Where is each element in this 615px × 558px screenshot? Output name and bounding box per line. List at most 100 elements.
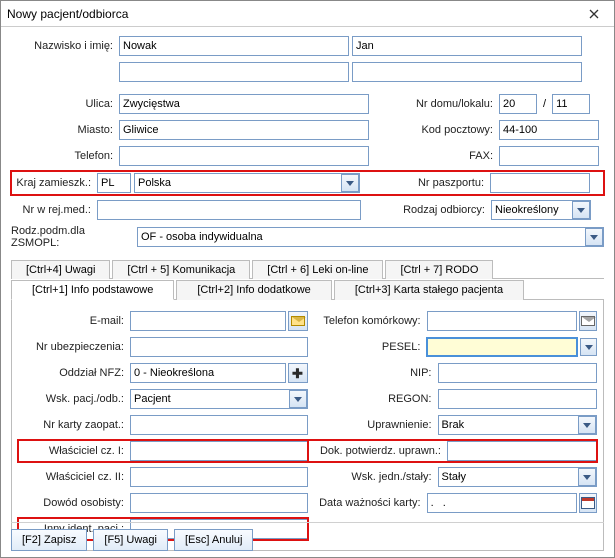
ubezp-label: Nr ubezpieczenia: [18,341,130,353]
content-area: Nazwisko i imię: Ulica: Nr domu/lokalu: … [1,27,614,555]
wl2-label: Właściciel cz. II: [18,471,130,483]
nip-label: NIP: [308,367,438,379]
lower-tabs: [Ctrl+1] Info podstawowe [Ctrl+2] Info d… [11,279,604,300]
country-code-input[interactable] [97,173,131,193]
wl2-input[interactable] [130,467,308,487]
footer: [F2] Zapisz [F5] Uwagi [Esc] Anuluj [11,522,604,551]
titlebar: Nowy pacjent/odbiorca [1,1,614,27]
house-input[interactable] [499,94,537,114]
tab-rodo[interactable]: [Ctrl + 7] RODO [385,260,493,279]
dowod-input[interactable] [130,493,308,513]
givenname2-input[interactable] [352,62,582,82]
upr-drop-icon[interactable] [578,416,596,434]
dowod-label: Dowód osobisty: [18,497,130,509]
country-name: Polska [135,177,341,189]
envelope-icon [581,316,595,326]
city-input[interactable] [119,120,369,140]
zsmopl-value: OF - osoba indywidualna [138,231,585,243]
upr-label: Uprawnienie: [308,419,438,431]
dokpot-label: Dok. potwierdz. uprawn.: [308,445,448,457]
house-flat-slash: / [537,98,552,110]
fax-input[interactable] [499,146,599,166]
upr-combo[interactable]: Brak [438,415,598,435]
zsmopl-drop-icon[interactable] [585,228,603,246]
rejmed-label: Nr w rej.med.: [11,204,97,216]
country-drop-icon[interactable] [341,174,359,192]
ubezp-input[interactable] [130,337,308,357]
jedn-label: Wsk. jedn./stały: [308,471,438,483]
flat-input[interactable] [552,94,590,114]
upper-tabs: [Ctrl+4] Uwagi [Ctrl + 5] Komunikacja [C… [11,259,604,279]
datawazn-input[interactable] [427,493,577,513]
email-label: E-mail: [18,315,130,327]
tab-leki[interactable]: [Ctrl + 6] Leki on-line [252,260,383,279]
regon-label: REGON: [308,393,438,405]
tab-komunikacja[interactable]: [Ctrl + 5] Komunikacja [112,260,250,279]
tab-info-podstawowe[interactable]: [Ctrl+1] Info podstawowe [11,280,174,300]
jedn-drop-icon[interactable] [578,468,596,486]
passport-label: Nr paszportu: [360,177,490,189]
telkom-label: Telefon komórkowy: [308,315,427,327]
dokpot-input[interactable] [447,441,597,461]
zsmopl-label: Rodz.podm.dla ZSMOPL: [11,225,137,249]
calendar-icon [581,497,595,509]
save-button[interactable]: [F2] Zapisz [11,529,87,551]
zip-input[interactable] [499,120,599,140]
fax-label: FAX: [369,150,499,162]
tab-body: E-mail: Nr ubezpieczenia: Oddział NFZ: ✚ [11,300,604,551]
phone-label: Telefon: [11,150,119,162]
house-label: Nr domu/lokalu: [369,98,499,110]
wl1-input[interactable] [130,441,308,461]
passport-input[interactable] [490,173,590,193]
surname2-input[interactable] [119,62,349,82]
nfz-label: Oddział NFZ: [18,367,130,379]
uwagi-button[interactable]: [F5] Uwagi [93,529,168,551]
pesel-input[interactable] [426,337,578,357]
surname-input[interactable] [119,36,349,56]
zip-label: Kod pocztowy: [369,124,499,136]
tab-info-dodatkowe[interactable]: [Ctrl+2] Info dodatkowe [176,280,331,300]
recipient-type-value: Nieokreślony [492,204,572,216]
rejmed-input[interactable] [97,200,361,220]
street-input[interactable] [119,94,369,114]
tab-uwagi[interactable]: [Ctrl+4] Uwagi [11,260,110,279]
zsmopl-combo[interactable]: OF - osoba indywidualna [137,227,604,247]
wsk-combo[interactable]: Pacjent [130,389,308,409]
pesel-label: PESEL: [308,341,427,353]
email-input[interactable] [130,311,286,331]
wsk-label: Wsk. pacj./odb.: [18,393,130,405]
email-button[interactable] [288,311,308,331]
telkom-input[interactable] [427,311,577,331]
upr-value: Brak [439,419,579,431]
plus-icon: ✚ [292,367,303,380]
karty-label: Nr karty zaopat.: [18,419,130,431]
regon-input[interactable] [438,389,598,409]
nfz-input[interactable] [130,363,286,383]
dialog-window: Nowy pacjent/odbiorca Nazwisko i imię: U… [0,0,615,558]
givenname-input[interactable] [352,36,582,56]
phone-input[interactable] [119,146,369,166]
recipient-type-drop-icon[interactable] [572,201,590,219]
telkom-button[interactable] [579,311,597,331]
mail-icon [291,316,305,326]
nip-input[interactable] [438,363,598,383]
cancel-button[interactable]: [Esc] Anuluj [174,529,253,551]
wsk-drop-icon[interactable] [289,390,307,408]
surname-label: Nazwisko i imię: [11,40,119,52]
country-combo[interactable]: Polska [134,173,360,193]
karty-input[interactable] [130,415,308,435]
street-label: Ulica: [11,98,119,110]
recipient-type-combo[interactable]: Nieokreślony [491,200,591,220]
tab-karta-stalego[interactable]: [Ctrl+3] Karta stałego pacjenta [334,280,524,300]
datawazn-label: Data ważności karty: [308,497,427,509]
datawazn-calendar-button[interactable] [579,493,597,513]
pesel-drop-button[interactable] [580,338,597,356]
wsk-value: Pacjent [131,393,289,405]
jedn-value: Stały [439,471,579,483]
jedn-combo[interactable]: Stały [438,467,598,487]
recipient-type-label: Rodzaj odbiorcy: [361,204,491,216]
country-label: Kraj zamieszk.: [11,177,97,189]
close-button[interactable] [580,4,608,24]
wl1-label: Właściciel cz. I: [18,445,130,457]
nfz-add-button[interactable]: ✚ [288,363,308,383]
